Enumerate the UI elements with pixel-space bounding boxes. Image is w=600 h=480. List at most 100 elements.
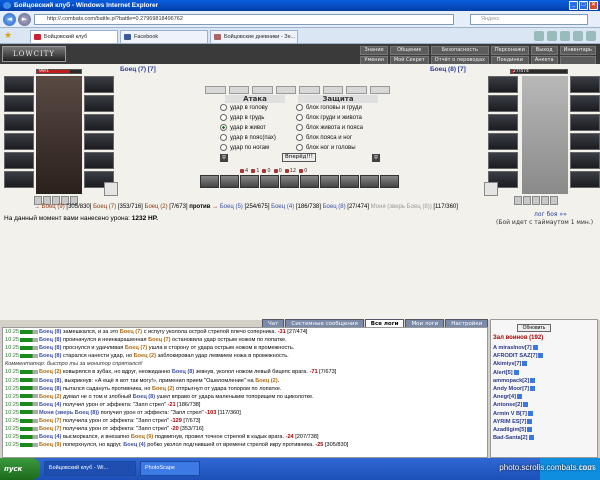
defense-option[interactable]: блок груди и живота (296, 114, 362, 121)
spell-slot[interactable] (369, 86, 390, 94)
game-menu-item[interactable]: Безопасность (430, 46, 489, 55)
defense-option[interactable]: блок пояса и ног (296, 134, 352, 141)
radio-button[interactable] (220, 104, 227, 111)
log-fighter[interactable]: Боец (9) (131, 434, 153, 440)
log-fighter[interactable]: Боец (7) (39, 418, 61, 424)
spell-slot[interactable] (275, 86, 296, 94)
info-icon[interactable] (527, 418, 533, 424)
roster-item[interactable]: Bad-Santa[2] (493, 434, 543, 442)
radio-button[interactable] (220, 114, 227, 121)
log-fighter[interactable]: Боец (8) (172, 369, 194, 375)
belt-slot[interactable] (541, 196, 549, 205)
roster-item[interactable]: Anegr[4] (493, 393, 543, 401)
right-fighter-avatar[interactable] (522, 76, 568, 194)
info-icon[interactable] (517, 394, 522, 400)
close-button[interactable]: × (589, 1, 598, 10)
fighter-link[interactable]: Моня (зверь Боец (8)) (371, 204, 432, 210)
log-fighter[interactable]: Боец (4) (123, 442, 145, 448)
defense-option[interactable]: блок живота и пояса (296, 124, 363, 131)
radio-button[interactable] (296, 104, 303, 111)
left-ring-slot[interactable] (104, 182, 118, 196)
scroll-item[interactable] (300, 175, 319, 188)
spell-slot[interactable] (322, 86, 343, 94)
radio-button[interactable] (296, 114, 303, 121)
refresh-button[interactable]: Обновить (517, 324, 551, 332)
log-fighter[interactable]: Боец (8) (39, 345, 61, 351)
info-icon[interactable] (538, 353, 544, 359)
roster-item[interactable]: AFRODIT SAZ[7] (493, 352, 544, 360)
radio-button[interactable] (220, 124, 227, 131)
info-icon[interactable] (522, 361, 528, 367)
info-icon[interactable] (527, 410, 533, 416)
log-fighter[interactable]: Боец (4) (39, 434, 61, 440)
spell-slot[interactable] (205, 86, 226, 94)
maximize-button[interactable]: □ (579, 1, 588, 10)
left-shield-icon[interactable]: ⛨ (220, 154, 228, 162)
equip-slot[interactable] (4, 95, 34, 112)
scroll-item[interactable] (260, 175, 279, 188)
equip-slot[interactable] (570, 152, 600, 169)
right-fighter-name[interactable]: Боец (8) [7] (430, 66, 466, 73)
belt-slot[interactable] (514, 196, 522, 205)
equip-slot[interactable] (84, 114, 114, 131)
scroll-item[interactable] (340, 175, 359, 188)
feeds-icon[interactable] (547, 31, 557, 41)
scroll-item[interactable] (380, 175, 399, 188)
right-shield-icon[interactable]: ⛨ (372, 154, 380, 162)
game-menu-item[interactable]: Инвентарь (559, 46, 596, 55)
radio-button[interactable] (220, 134, 227, 141)
equip-slot[interactable] (84, 152, 114, 169)
log-fighter[interactable]: Боец (8) (39, 378, 61, 384)
info-icon[interactable] (527, 427, 533, 433)
radio-button[interactable] (296, 124, 303, 131)
address-input[interactable]: http://.combats.com/battle.pl?battle=0.2… (34, 14, 454, 25)
search-input[interactable]: Яндекс (470, 14, 588, 25)
fighter-link[interactable]: Боец (7) (93, 204, 116, 210)
log-fighter[interactable]: Боец (7) (120, 329, 142, 335)
forward-button[interactable]: ► (18, 13, 31, 26)
attack-option[interactable]: удар в живот (220, 124, 266, 131)
scroll-item[interactable] (200, 175, 219, 188)
radio-button[interactable] (296, 144, 303, 151)
minimize-button[interactable]: _ (569, 1, 578, 10)
favorites-star-icon[interactable]: ★ (4, 31, 12, 41)
radio-button[interactable] (220, 144, 227, 151)
tab-facebook[interactable]: Facebook (120, 30, 208, 43)
fighter-link[interactable]: Боец (8) (323, 204, 346, 210)
log-fighter[interactable]: Боец (8) (39, 329, 61, 335)
log-fighter[interactable]: Боец (8) (39, 386, 61, 392)
log-fighter[interactable]: Боец (2) (134, 353, 156, 359)
equip-slot[interactable] (84, 133, 114, 150)
log-fighter[interactable]: Боец (8) (39, 353, 61, 359)
fighter-link[interactable]: Боец (4) (271, 204, 294, 210)
left-fighter-avatar[interactable] (36, 76, 82, 194)
equip-slot[interactable] (570, 114, 600, 131)
log-fighter[interactable]: Боец (8) (133, 394, 155, 400)
roster-item[interactable]: Azadligim[5] (493, 426, 543, 434)
attack-go-button[interactable]: Вперёд!!! (282, 153, 316, 162)
tab-combats[interactable]: Бойцовский клуб (30, 30, 118, 43)
defense-option[interactable]: блок ног и головы (296, 144, 356, 151)
equip-slot[interactable] (4, 171, 34, 188)
spell-slot[interactable] (299, 86, 320, 94)
belt-slot[interactable] (550, 196, 558, 205)
equip-slot[interactable] (488, 76, 518, 93)
roster-item[interactable]: A miraslnov[7] (493, 344, 543, 352)
equip-slot[interactable] (570, 76, 600, 93)
taskbar-item-photoscape[interactable]: PhotoScape (140, 461, 200, 476)
log-fighter[interactable]: Боец (2) (39, 394, 61, 400)
taskbar-item-ie[interactable]: Бойцовский клуб - Wi... (44, 461, 136, 476)
log-fighter[interactable]: Боец (7) (125, 345, 147, 351)
info-icon[interactable] (530, 377, 536, 383)
back-button[interactable]: ◄ (3, 13, 16, 26)
log-fighter[interactable]: Боец (4) (39, 402, 61, 408)
roster-item[interactable]: Akimiys[7] (493, 360, 543, 368)
equip-slot[interactable] (84, 76, 114, 93)
scroll-item[interactable] (320, 175, 339, 188)
info-icon[interactable] (532, 345, 538, 351)
roster-item[interactable]: Andy Moor[7] (493, 385, 543, 393)
roster-item[interactable]: Antonse[2] (493, 401, 543, 409)
page-menu-icon[interactable] (573, 31, 583, 41)
spell-slot[interactable] (346, 86, 367, 94)
log-fighter[interactable]: Боец (9) (39, 442, 61, 448)
